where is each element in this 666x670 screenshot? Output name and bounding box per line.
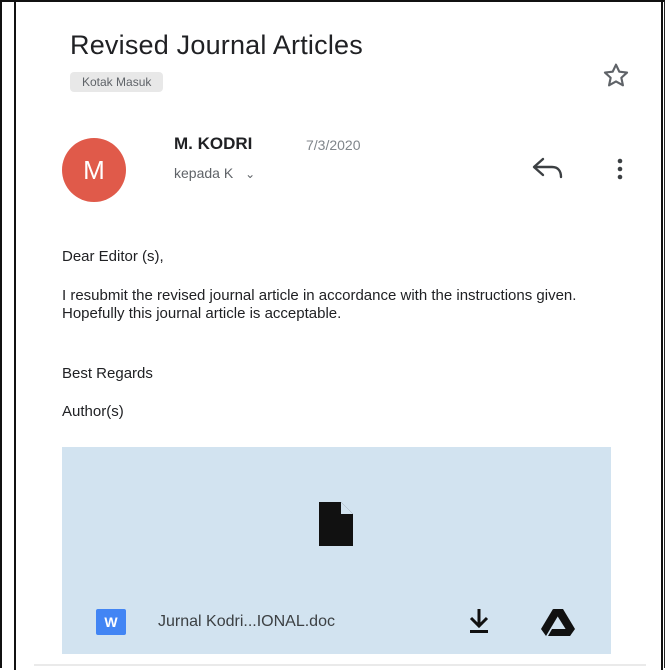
email-date: 7/3/2020 (306, 137, 361, 153)
chevron-down-icon[interactable]: ⌄ (245, 167, 255, 181)
recipient-details[interactable]: kepada K ⌄ (174, 165, 255, 181)
card-divider (34, 664, 646, 666)
recipient-label: kepada K (174, 165, 234, 181)
message-paragraph: I resubmit the revised journal article i… (62, 287, 577, 322)
sender-name: M. KODRI (174, 134, 253, 153)
drive-icon[interactable] (540, 607, 576, 637)
attachment-filename[interactable]: Jurnal Kodri...IONAL.doc (158, 613, 335, 631)
frame-divider (14, 0, 16, 670)
sender-avatar[interactable]: M (62, 138, 126, 202)
closing-line: Best Regards (62, 365, 153, 382)
reply-icon[interactable] (530, 153, 566, 181)
email-view: Revised Journal Articles Kotak Masuk M M… (34, 12, 646, 664)
frame-divider-right (661, 0, 663, 670)
email-subject: Revised Journal Articles (70, 30, 363, 60)
greeting-line: Dear Editor (s), (62, 248, 164, 265)
more-vert-icon[interactable] (608, 155, 632, 183)
star-icon[interactable] (600, 60, 632, 92)
signature-line: Author(s) (62, 403, 124, 420)
word-doc-icon: W (96, 609, 126, 635)
file-icon (319, 502, 353, 546)
download-icon[interactable] (466, 607, 492, 635)
attachment-card[interactable]: W Jurnal Kodri...IONAL.doc (62, 447, 611, 654)
inbox-label-chip[interactable]: Kotak Masuk (70, 72, 164, 92)
